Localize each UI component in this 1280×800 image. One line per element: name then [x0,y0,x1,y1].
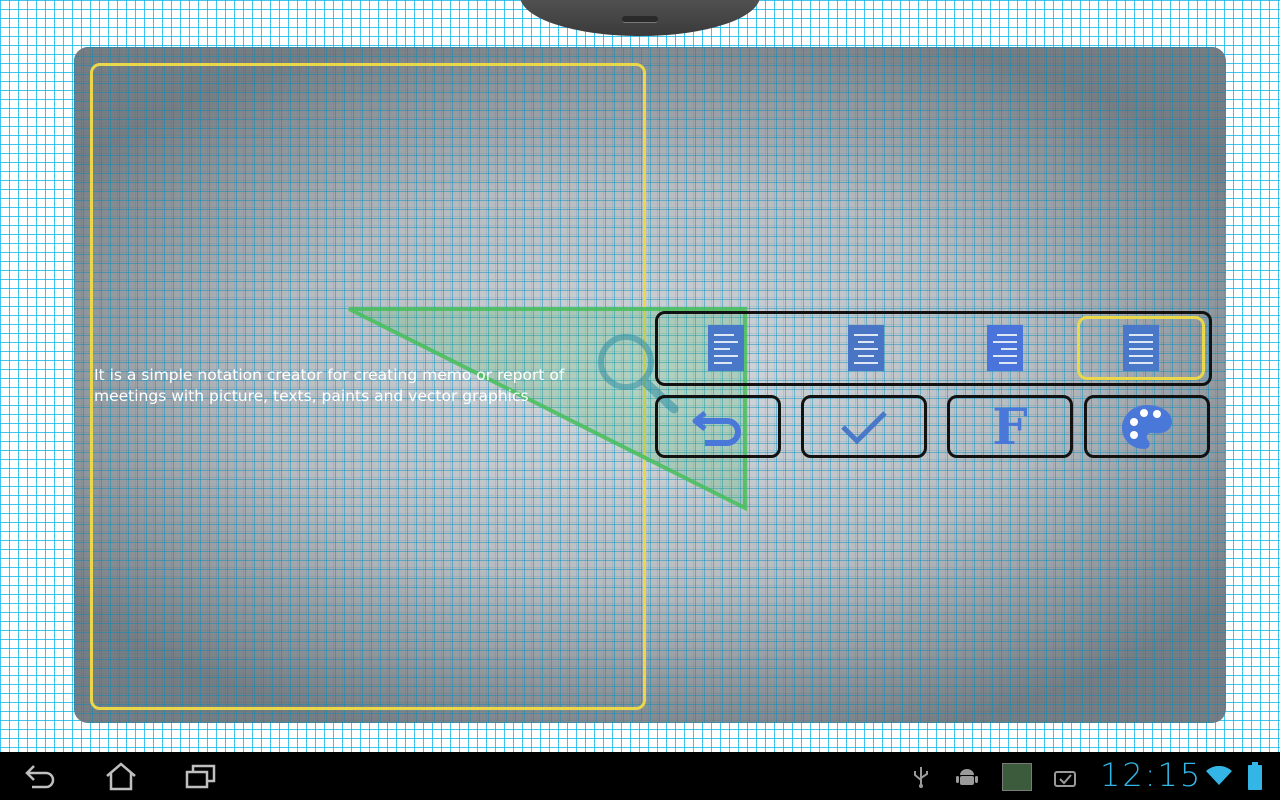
battery-icon [1248,762,1262,790]
undo-icon [692,410,741,446]
task-done-icon [1054,771,1076,787]
document-style-2-button[interactable] [802,316,930,380]
top-drawer-handle[interactable] [520,0,760,36]
wifi-icon [1206,766,1232,785]
palette-icon [1122,404,1172,449]
document-icon [1123,325,1159,371]
confirm-button[interactable] [801,395,927,458]
document-style-1-button[interactable] [662,316,790,380]
android-debug-icon [956,769,978,785]
recent-apps-icon[interactable] [185,762,217,790]
home-icon[interactable] [104,761,138,791]
document-style-4-button[interactable] [1077,316,1205,380]
font-button[interactable]: F [947,395,1073,458]
undo-button[interactable] [655,395,781,458]
palette-button[interactable] [1084,395,1210,458]
main-panel: It is a simple notation creator for crea… [74,47,1226,723]
document-style-3-button[interactable] [941,316,1069,380]
document-icon [708,325,744,371]
screenshot-thumbnail-icon [1002,763,1032,791]
system-navigation-bar: 12:15 [0,752,1280,800]
document-icon [848,325,884,371]
handle-slot [622,16,658,23]
document-style-toolbar [655,311,1212,386]
back-icon[interactable] [24,762,58,790]
document-icon [987,325,1023,371]
clock[interactable]: 12:15 [1100,756,1202,794]
checkmark-icon [841,410,887,445]
app-description: It is a simple notation creator for crea… [94,366,565,405]
usb-icon [914,767,928,788]
font-icon: F [992,396,1028,456]
